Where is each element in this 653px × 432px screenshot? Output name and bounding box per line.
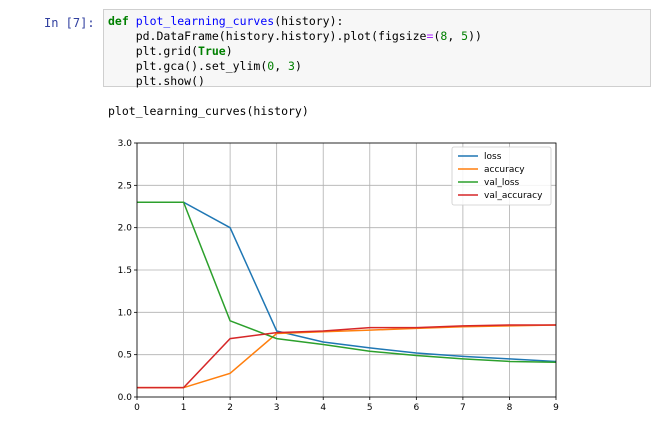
legend-label: loss [484,152,502,162]
legend-label: accuracy [484,165,525,175]
y-tick-label: 1.0 [118,308,133,318]
code-line-1: def plot_learning_curves(history): [108,14,344,28]
x-tick-label: 6 [413,403,419,413]
y-tick-label: 1.5 [118,266,132,276]
series-line-val-accuracy [137,324,556,389]
x-tick-label: 4 [320,403,326,413]
code-cell[interactable]: def plot_learning_curves(history): pd.Da… [103,9,651,118]
series-line-loss [137,201,557,363]
legend-label: val_loss [484,178,520,188]
y-tick-label: 2.5 [118,181,132,191]
legend-label: val_accuracy [484,191,543,201]
chart-output: 0 1 2 3 4 5 6 7 8 9 0.0 0.5 1.0 1.5 2.0 2.5 3.0 loss accur… [100,132,570,428]
series-line-accuracy [137,324,557,389]
x-tick-label: 0 [134,403,140,413]
code-editor[interactable]: def plot_learning_curves(history): pd.Da… [104,10,650,119]
code-line-3: plt.grid(True) [108,44,233,58]
x-tick-label: 3 [274,403,280,413]
code-line-5: plt.show() [108,74,205,88]
code-line-7: plot_learning_curves(history) [108,104,309,118]
learning-curves-chart: 0 1 2 3 4 5 6 7 8 9 0.0 0.5 1.0 1.5 2.0 2.5 3.0 loss accur… [118,139,559,413]
y-tick-label: 2.0 [118,224,133,234]
series-line-val-loss [137,201,557,364]
x-tick-label: 1 [181,403,187,413]
y-tick-label: 3.0 [118,139,133,149]
x-tick-label: 5 [367,403,373,413]
x-tick-label: 2 [227,403,233,413]
x-tick-label: 7 [460,403,466,413]
cell-prompt: In [7]: [44,16,95,30]
code-line-2: pd.DataFrame(history.history).plot(figsi… [108,29,482,43]
y-tick-label: 0.5 [118,351,132,361]
x-tick-label: 9 [553,403,559,413]
code-line-4: plt.gca().set_ylim(0, 3) [108,59,302,73]
x-tick-label: 8 [507,403,513,413]
y-tick-label: 0.0 [118,393,133,403]
